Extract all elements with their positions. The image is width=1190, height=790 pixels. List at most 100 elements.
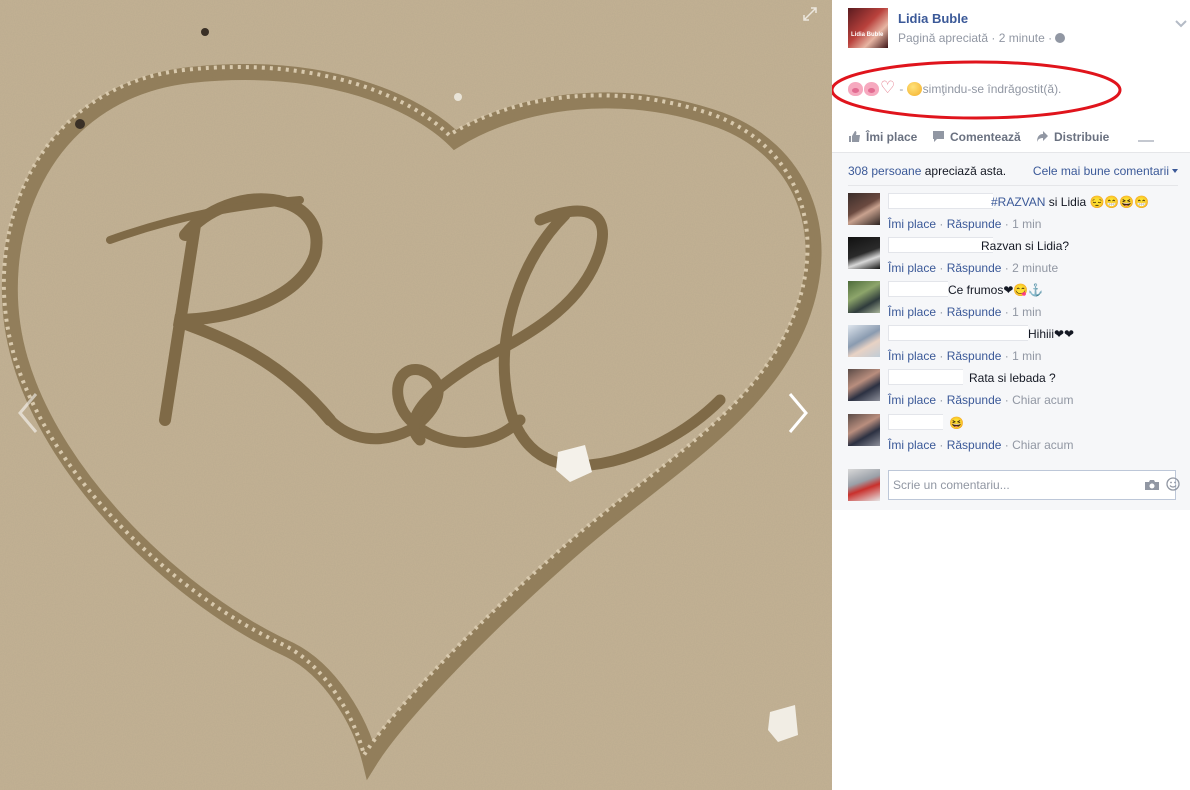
post-meta: Pagină apreciată · 2 minute · [898,31,1066,45]
globe-icon [1055,33,1066,43]
smiley-icon[interactable] [1166,477,1180,491]
share-button-label: Distribuie [1054,130,1110,144]
comment-body: 😆 [949,416,964,430]
comment-body: Hihiii❤❤ [1028,327,1075,341]
comment-text: #RAZVAN si Lidia 😔😁😆😁 [991,195,1149,209]
commenter-name-redacted[interactable] [888,281,948,297]
comment-item: Ce frumos❤😋⚓ Îmi place · Răspunde · 1 mi… [848,281,1178,321]
comment-button[interactable]: Comentează [932,130,1021,144]
comment-item: Hihiii❤❤ Îmi place · Răspunde · 1 min [848,325,1178,365]
post-status-line: - simţindu-se îndrăgostit(ă). [848,79,1062,96]
next-photo-button[interactable] [784,388,814,438]
comment-item: #RAZVAN si Lidia 😔😁😆😁 Îmi place · Răspun… [848,193,1178,233]
commenter-name-redacted[interactable] [888,325,1028,341]
comment-reply-link[interactable]: Răspunde [947,261,1002,275]
commenter-avatar[interactable] [848,369,880,401]
comment-reply-link[interactable]: Răspunde [947,438,1002,452]
comment-like-link[interactable]: Îmi place [888,393,936,407]
like-button-label: Îmi place [866,130,918,144]
post-options-chevron-icon[interactable] [1174,18,1188,28]
comment-actions: Îmi place · Răspunde · Chiar acum [888,393,1074,407]
comment-item: 😆 Îmi place · Răspunde · Chiar acum [848,414,1178,454]
comment-text: Hihiii❤❤ [1028,327,1074,341]
comment-reply-link[interactable]: Răspunde [947,217,1002,231]
in-love-feeling-icon [906,82,922,96]
pig-emoji-icon [864,82,879,96]
commenter-avatar[interactable] [848,325,880,357]
comment-body: Ce frumos❤😋⚓ [948,283,1044,297]
post-header: Lidia Buble Lidia Buble Pagină apreciată… [848,8,1187,52]
comment-text: Razvan si Lidia? [981,239,1069,253]
comment-time: 2 minute [1012,261,1059,275]
commenter-name-redacted[interactable] [888,237,993,253]
commenter-name-redacted[interactable] [888,369,963,385]
comment-body: si Lidia 😔😁😆😁 [1045,195,1150,209]
caret-down-icon [1172,169,1178,173]
status-separator: - [896,82,907,96]
comment-reply-link[interactable]: Răspunde [947,305,1002,319]
commenter-avatar[interactable] [848,193,880,225]
comment-time: 1 min [1012,217,1042,231]
page-name-link[interactable]: Lidia Buble [898,11,968,26]
share-button[interactable]: Distribuie [1036,130,1109,144]
heart-emoji-icon [880,79,895,96]
comment-like-link[interactable]: Îmi place [888,349,936,363]
action-bar-divider [1138,140,1154,142]
chevron-left-icon [18,393,38,433]
feeling-text: simţindu-se îndrăgostit(ă). [922,82,1062,96]
comments-section: 308 persoane apreciază asta. Cele mai bu… [832,152,1190,510]
comment-text: Rata si lebada ? [969,371,1056,385]
camera-icon[interactable] [1144,479,1160,491]
speech-bubble-icon [933,131,944,142]
post-meta-text: Pagină apreciată · 2 minute · [898,31,1053,45]
comment-like-link[interactable]: Îmi place [888,261,936,275]
comment-like-link[interactable]: Îmi place [888,438,936,452]
comment-item: Razvan si Lidia? Îmi place · Răspunde · … [848,237,1178,277]
comment-time: Chiar acum [1012,393,1074,407]
comment-button-label: Comentează [950,130,1021,144]
commenter-avatar[interactable] [848,414,880,446]
comment-reply-link[interactable]: Răspunde [947,393,1002,407]
previous-photo-button[interactable] [12,388,42,438]
post-action-bar: Îmi place Comentează Distribuie [848,124,1178,152]
photo-pane[interactable] [0,0,832,790]
comment-text: Ce frumos❤😋⚓ [948,283,1043,297]
avatar-label: Lidia Buble [851,32,884,38]
like-button[interactable]: Îmi place [848,130,917,144]
comment-time: Chiar acum [1012,438,1074,452]
comment-input[interactable] [888,470,1176,500]
expand-icon[interactable] [802,6,818,22]
commenter-name-redacted[interactable] [888,414,943,430]
commenter-avatar[interactable] [848,237,880,269]
comment-actions: Îmi place · Răspunde · 1 min [888,349,1042,363]
comment-like-link[interactable]: Îmi place [888,305,936,319]
comment-actions: Îmi place · Răspunde · Chiar acum [888,438,1074,452]
comment-time: 1 min [1012,349,1042,363]
likes-count-link[interactable]: 308 persoane [848,164,921,178]
likes-text: apreciază asta. [921,164,1007,178]
sand-heart-photo [0,0,832,790]
comment-time: 1 min [1012,305,1042,319]
divider [848,185,1178,186]
post-sidebar: Lidia Buble Lidia Buble Pagină apreciată… [832,0,1190,790]
comment-text: 😆 [949,416,964,430]
comment-like-link[interactable]: Îmi place [888,217,936,231]
comment-body: Razvan si Lidia? [981,239,1070,253]
commenter-avatar[interactable] [848,281,880,313]
comment-body: Rata si lebada ? [969,371,1056,385]
page-avatar[interactable]: Lidia Buble [848,8,888,48]
photo-viewer: Lidia Buble Lidia Buble Pagină apreciată… [0,0,1190,790]
comment-composer [848,469,1180,503]
comment-hashtag-link[interactable]: #RAZVAN [991,195,1045,209]
comment-actions: Îmi place · Răspunde · 1 min [888,217,1042,231]
comment-sort-dropdown[interactable]: Cele mai bune comentarii [1033,164,1178,178]
likes-summary: 308 persoane apreciază asta. Cele mai bu… [848,164,1178,178]
current-user-avatar[interactable] [848,469,880,501]
chevron-right-icon [788,393,808,433]
comment-sort-label: Cele mai bune comentarii [1032,164,1169,178]
commenter-name-redacted[interactable] [888,193,993,209]
comment-actions: Îmi place · Răspunde · 1 min [888,305,1042,319]
comment-reply-link[interactable]: Răspunde [947,349,1002,363]
pig-emoji-icon [848,82,863,96]
comment-actions: Îmi place · Răspunde · 2 minute [888,261,1059,275]
